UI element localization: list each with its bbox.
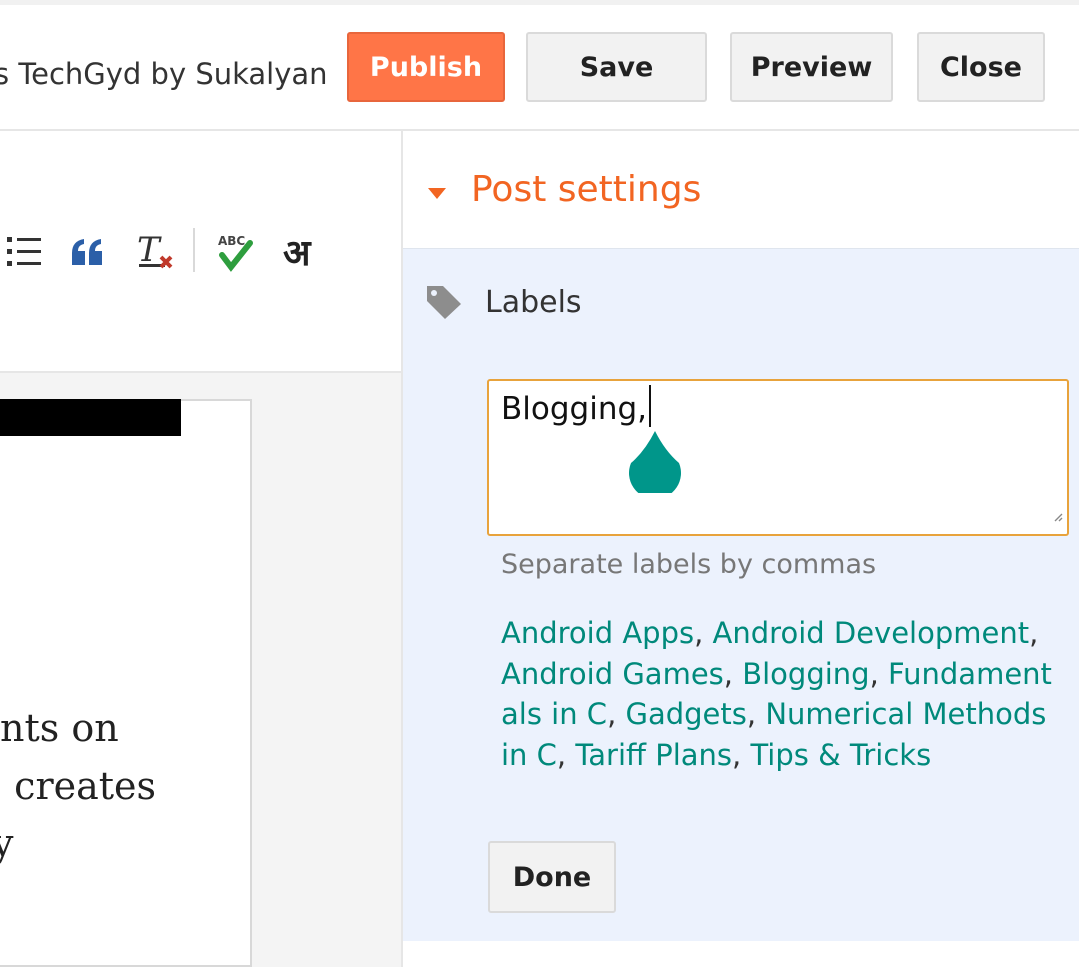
post-body-line: . creates: [0, 764, 157, 808]
transliteration-icon[interactable]: अ: [283, 227, 311, 276]
label-suggestion[interactable]: Tariff Plans: [575, 738, 732, 772]
label-tag-icon: [425, 284, 463, 324]
label-suggestion[interactable]: Blogging: [742, 657, 869, 691]
post-settings-header[interactable]: Post settings: [403, 131, 1079, 248]
close-button[interactable]: Close: [917, 32, 1045, 102]
label-suggestion[interactable]: Gadgets: [626, 697, 747, 731]
label-suggestion[interactable]: Android Games: [501, 657, 724, 691]
done-button[interactable]: Done: [488, 841, 616, 913]
compose-pane: T ABC अ nts on . creates y: [0, 131, 401, 967]
redacted-title-bar: [0, 399, 181, 436]
labels-input[interactable]: Blogging,: [487, 379, 1069, 536]
blockquote-icon[interactable]: [70, 237, 106, 271]
spell-check-icon[interactable]: ABC: [216, 231, 256, 277]
text-selection-handle-icon[interactable]: [627, 429, 683, 499]
collapse-triangle-icon[interactable]: [428, 188, 446, 199]
blog-title: s TechGyd by Sukalyan: [0, 57, 328, 91]
remove-formatting-icon[interactable]: T: [137, 230, 177, 277]
post-body-line: nts on: [0, 706, 119, 750]
labels-hint: Separate labels by commas: [501, 549, 877, 580]
save-button[interactable]: Save: [526, 32, 707, 102]
label-suggestion[interactable]: Android Development: [713, 616, 1030, 650]
post-body-line: y: [0, 821, 14, 865]
labels-input-value: Blogging,: [501, 391, 647, 427]
bulleted-list-icon[interactable]: [6, 235, 44, 273]
post-settings-sidebar: Post settings Labels Blogging, Separate …: [403, 131, 1079, 967]
labels-heading: Labels: [485, 285, 582, 320]
preview-button[interactable]: Preview: [730, 32, 893, 102]
label-suggestions: Android Apps, Android Development, Andro…: [501, 616, 1052, 772]
format-toolbar: T ABC अ: [0, 131, 401, 373]
editor-header: s TechGyd by Sukalyan Publish Save Previ…: [0, 5, 1079, 131]
post-settings-title[interactable]: Post settings: [471, 169, 701, 210]
svg-text:ABC: ABC: [218, 234, 245, 248]
labels-panel: Labels Blogging, Separate labels by comm…: [403, 248, 1079, 941]
resize-grip-icon[interactable]: [1053, 494, 1063, 530]
label-suggestion[interactable]: Android Apps: [501, 616, 694, 650]
toolbar-separator: [193, 228, 195, 272]
text-caret: [649, 385, 651, 427]
editor-page[interactable]: [0, 399, 252, 967]
label-suggestion[interactable]: Tips & Tricks: [750, 738, 931, 772]
publish-button[interactable]: Publish: [347, 32, 505, 102]
